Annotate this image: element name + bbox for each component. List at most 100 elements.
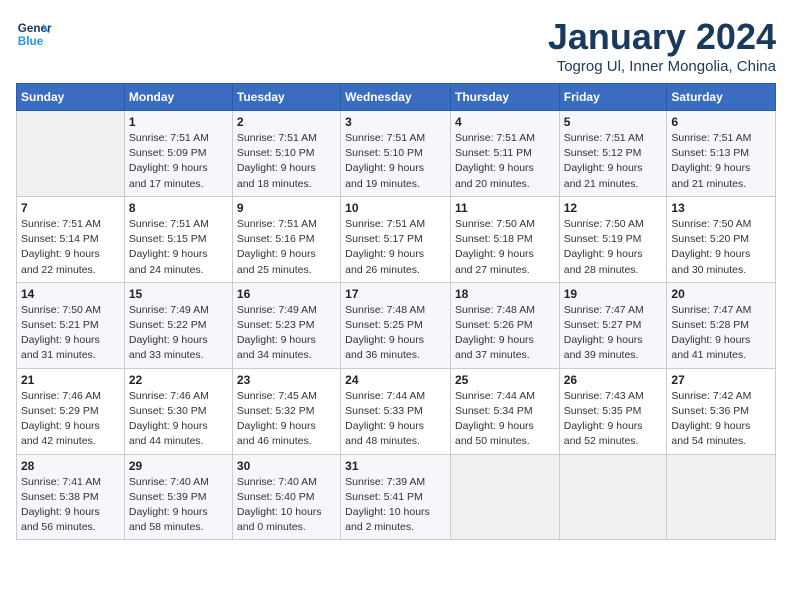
day-info: Sunrise: 7:43 AM Sunset: 5:35 PM Dayligh… <box>564 389 663 450</box>
day-info: Sunrise: 7:41 AM Sunset: 5:38 PM Dayligh… <box>21 475 120 536</box>
day-number: 20 <box>671 287 771 301</box>
day-header-wednesday: Wednesday <box>341 84 451 111</box>
day-info: Sunrise: 7:49 AM Sunset: 5:23 PM Dayligh… <box>237 303 336 364</box>
day-number: 14 <box>21 287 120 301</box>
day-info: Sunrise: 7:50 AM Sunset: 5:21 PM Dayligh… <box>21 303 120 364</box>
calendar-cell: 27 Sunrise: 7:42 AM Sunset: 5:36 PM Dayli… <box>667 368 776 454</box>
day-info: Sunrise: 7:51 AM Sunset: 5:15 PM Dayligh… <box>129 217 228 278</box>
calendar-cell: 10Sunrise: 7:51 AM Sunset: 5:17 PM Dayli… <box>341 196 451 282</box>
day-number: 29 <box>129 459 228 473</box>
day-header-sunday: Sunday <box>17 84 125 111</box>
day-number: 19 <box>564 287 663 301</box>
day-number: 5 <box>564 115 663 129</box>
day-info: Sunrise: 7:51 AM Sunset: 5:16 PM Dayligh… <box>237 217 336 278</box>
day-number: 18 <box>455 287 555 301</box>
day-number: 16 <box>237 287 336 301</box>
calendar-cell: 12 Sunrise: 7:50 AM Sunset: 5:19 PM Dayli… <box>559 196 667 282</box>
day-number: 8 <box>129 201 228 215</box>
calendar-cell: 6Sunrise: 7:51 AM Sunset: 5:13 PM Daylig… <box>667 111 776 197</box>
day-info: Sunrise: 7:50 AM Sunset: 5:20 PM Dayligh… <box>671 217 771 278</box>
day-number: 12 <box>564 201 663 215</box>
day-header-saturday: Saturday <box>667 84 776 111</box>
day-number: 13 <box>671 201 771 215</box>
day-info: Sunrise: 7:47 AM Sunset: 5:28 PM Dayligh… <box>671 303 771 364</box>
calendar-cell: 15Sunrise: 7:49 AM Sunset: 5:22 PM Dayli… <box>124 282 232 368</box>
day-info: Sunrise: 7:45 AM Sunset: 5:32 PM Dayligh… <box>237 389 336 450</box>
calendar-cell: 9 Sunrise: 7:51 AM Sunset: 5:16 PM Daylig… <box>232 196 340 282</box>
day-number: 23 <box>237 373 336 387</box>
calendar-cell: 22Sunrise: 7:46 AM Sunset: 5:30 PM Dayli… <box>124 368 232 454</box>
calendar-cell: 24 Sunrise: 7:44 AM Sunset: 5:33 PM Dayli… <box>341 368 451 454</box>
calendar-cell: 13 Sunrise: 7:50 AM Sunset: 5:20 PM Dayli… <box>667 196 776 282</box>
day-number: 11 <box>455 201 555 215</box>
calendar-cell: 7 Sunrise: 7:51 AM Sunset: 5:14 PM Daylig… <box>17 196 125 282</box>
day-info: Sunrise: 7:39 AM Sunset: 5:41 PM Dayligh… <box>345 475 446 536</box>
day-info: Sunrise: 7:50 AM Sunset: 5:19 PM Dayligh… <box>564 217 663 278</box>
calendar-body: 1Sunrise: 7:51 AM Sunset: 5:09 PM Daylig… <box>17 111 776 540</box>
calendar-cell: 16 Sunrise: 7:49 AM Sunset: 5:23 PM Dayli… <box>232 282 340 368</box>
day-number: 22 <box>129 373 228 387</box>
logo-icon: General Blue <box>16 16 52 52</box>
day-info: Sunrise: 7:47 AM Sunset: 5:27 PM Dayligh… <box>564 303 663 364</box>
day-number: 24 <box>345 373 446 387</box>
calendar-cell: 28 Sunrise: 7:41 AM Sunset: 5:38 PM Dayli… <box>17 454 125 540</box>
logo: General Blue <box>16 16 52 52</box>
day-info: Sunrise: 7:51 AM Sunset: 5:10 PM Dayligh… <box>345 131 446 192</box>
calendar-cell: 30 Sunrise: 7:40 AM Sunset: 5:40 PM Dayli… <box>232 454 340 540</box>
calendar-table: SundayMondayTuesdayWednesdayThursdayFrid… <box>16 83 776 540</box>
day-info: Sunrise: 7:42 AM Sunset: 5:36 PM Dayligh… <box>671 389 771 450</box>
calendar-cell: 3 Sunrise: 7:51 AM Sunset: 5:10 PM Daylig… <box>341 111 451 197</box>
calendar-cell: 26 Sunrise: 7:43 AM Sunset: 5:35 PM Dayli… <box>559 368 667 454</box>
calendar-cell: 8 Sunrise: 7:51 AM Sunset: 5:15 PM Daylig… <box>124 196 232 282</box>
day-number: 31 <box>345 459 446 473</box>
page-header: General Blue January 2024 Togrog Ul, Inn… <box>16 16 776 75</box>
day-info: Sunrise: 7:48 AM Sunset: 5:25 PM Dayligh… <box>345 303 446 364</box>
day-number: 30 <box>237 459 336 473</box>
calendar-cell: 19 Sunrise: 7:47 AM Sunset: 5:27 PM Dayli… <box>559 282 667 368</box>
calendar-week-1: 1Sunrise: 7:51 AM Sunset: 5:09 PM Daylig… <box>17 111 776 197</box>
day-number: 28 <box>21 459 120 473</box>
day-number: 27 <box>671 373 771 387</box>
day-info: Sunrise: 7:51 AM Sunset: 5:10 PM Dayligh… <box>237 131 336 192</box>
day-info: Sunrise: 7:51 AM Sunset: 5:14 PM Dayligh… <box>21 217 120 278</box>
day-info: Sunrise: 7:46 AM Sunset: 5:29 PM Dayligh… <box>21 389 120 450</box>
calendar-title: January 2024 <box>548 16 776 58</box>
day-header-monday: Monday <box>124 84 232 111</box>
day-info: Sunrise: 7:44 AM Sunset: 5:33 PM Dayligh… <box>345 389 446 450</box>
day-number: 3 <box>345 115 446 129</box>
day-number: 1 <box>129 115 228 129</box>
calendar-cell: 31 Sunrise: 7:39 AM Sunset: 5:41 PM Dayli… <box>341 454 451 540</box>
day-info: Sunrise: 7:51 AM Sunset: 5:12 PM Dayligh… <box>564 131 663 192</box>
svg-text:General: General <box>18 22 52 35</box>
day-number: 7 <box>21 201 120 215</box>
calendar-cell: 18Sunrise: 7:48 AM Sunset: 5:26 PM Dayli… <box>450 282 559 368</box>
day-number: 26 <box>564 373 663 387</box>
calendar-cell: 20 Sunrise: 7:47 AM Sunset: 5:28 PM Dayli… <box>667 282 776 368</box>
calendar-cell: 14 Sunrise: 7:50 AM Sunset: 5:21 PM Dayli… <box>17 282 125 368</box>
calendar-cell <box>17 111 125 197</box>
calendar-week-3: 14 Sunrise: 7:50 AM Sunset: 5:21 PM Dayli… <box>17 282 776 368</box>
day-info: Sunrise: 7:49 AM Sunset: 5:22 PM Dayligh… <box>129 303 228 364</box>
calendar-cell: 1Sunrise: 7:51 AM Sunset: 5:09 PM Daylig… <box>124 111 232 197</box>
calendar-cell: 11 Sunrise: 7:50 AM Sunset: 5:18 PM Dayli… <box>450 196 559 282</box>
calendar-cell: 17Sunrise: 7:48 AM Sunset: 5:25 PM Dayli… <box>341 282 451 368</box>
calendar-week-4: 21Sunrise: 7:46 AM Sunset: 5:29 PM Dayli… <box>17 368 776 454</box>
calendar-cell: 29 Sunrise: 7:40 AM Sunset: 5:39 PM Dayli… <box>124 454 232 540</box>
day-info: Sunrise: 7:40 AM Sunset: 5:39 PM Dayligh… <box>129 475 228 536</box>
day-number: 25 <box>455 373 555 387</box>
day-number: 9 <box>237 201 336 215</box>
day-header-thursday: Thursday <box>450 84 559 111</box>
day-number: 4 <box>455 115 555 129</box>
calendar-cell: 4Sunrise: 7:51 AM Sunset: 5:11 PM Daylig… <box>450 111 559 197</box>
day-number: 10 <box>345 201 446 215</box>
calendar-cell: 5 Sunrise: 7:51 AM Sunset: 5:12 PM Daylig… <box>559 111 667 197</box>
day-number: 2 <box>237 115 336 129</box>
day-info: Sunrise: 7:50 AM Sunset: 5:18 PM Dayligh… <box>455 217 555 278</box>
calendar-cell: 23 Sunrise: 7:45 AM Sunset: 5:32 PM Dayli… <box>232 368 340 454</box>
calendar-week-5: 28 Sunrise: 7:41 AM Sunset: 5:38 PM Dayli… <box>17 454 776 540</box>
calendar-cell <box>667 454 776 540</box>
calendar-cell: 2 Sunrise: 7:51 AM Sunset: 5:10 PM Daylig… <box>232 111 340 197</box>
title-block: January 2024 Togrog Ul, Inner Mongolia, … <box>548 16 776 75</box>
day-header-friday: Friday <box>559 84 667 111</box>
day-info: Sunrise: 7:40 AM Sunset: 5:40 PM Dayligh… <box>237 475 336 536</box>
